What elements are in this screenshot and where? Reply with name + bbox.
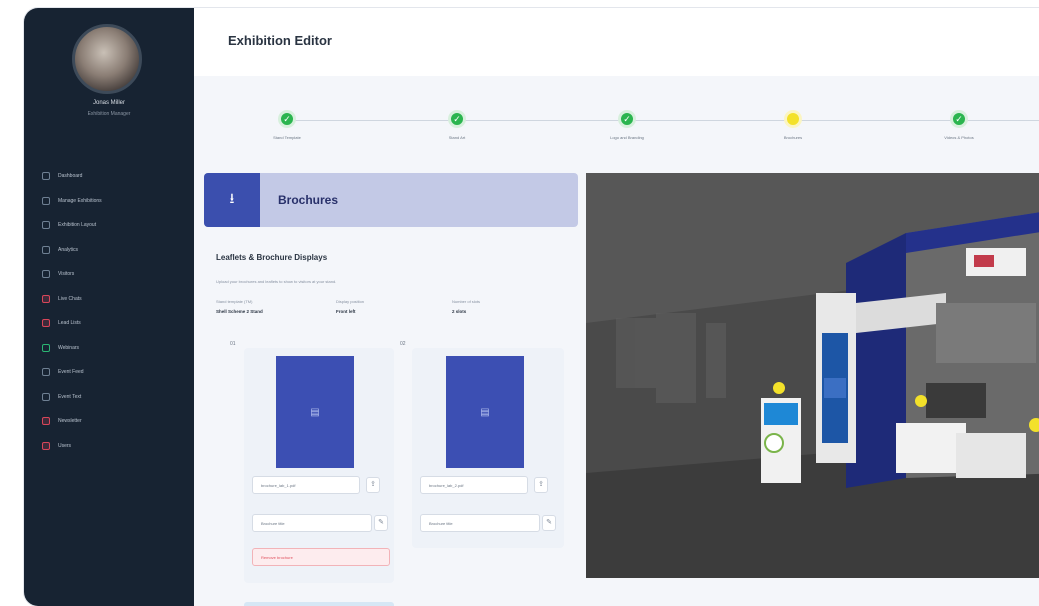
user-icon (42, 441, 50, 450)
sidebar-item-label: Exhibition Layout (58, 222, 97, 229)
meta-value: 2 slots (452, 309, 467, 314)
sidebar-item-label: Analytics (58, 246, 79, 253)
brochure-preview[interactable]: ▤ (446, 356, 524, 468)
sidebar-item-label: Event Text (58, 393, 82, 400)
next-card-strip (244, 602, 394, 606)
brochure-card: ▤ brochure_lab_2.pdf ⇪ Brochure title ✎ (412, 348, 564, 548)
card-index: 01 (230, 341, 236, 347)
sidebar-item-live-chats[interactable]: Live Chats (42, 287, 182, 312)
sidebar-item-label: Newsletter (58, 418, 82, 425)
upload-icon[interactable]: ⇪ (366, 477, 380, 493)
sidebar-item-newsletter[interactable]: Newsletter (42, 409, 182, 434)
step-stand-art[interactable]: ✓ Stand Art (412, 110, 502, 140)
meta-stand-template: Stand template (TM) Shell Scheme 2 Stand (216, 299, 263, 314)
sidebar-item-event-text[interactable]: Event Text (42, 385, 182, 410)
brochure-title-input[interactable]: Brochure title (420, 514, 540, 532)
brochure-panel: ⭳ Brochures Leaflets & Brochure Displays… (204, 173, 578, 606)
sidebar-item-label: Users (58, 442, 72, 449)
mail-icon (42, 417, 50, 426)
sidebar-item-label: Event Feed (58, 369, 84, 376)
sidebar-item-label: Dashboard (58, 173, 83, 180)
edit-icon[interactable]: ✎ (542, 515, 556, 531)
users-icon (42, 270, 50, 279)
chat-icon (42, 294, 50, 303)
sidebar-item-lead-lists[interactable]: Lead Lists (42, 311, 182, 336)
card-index: 02 (400, 341, 406, 347)
meta-value: Shell Scheme 2 Stand (216, 309, 263, 314)
step-label: Brochures (783, 135, 803, 140)
sidebar-item-label: Live Chats (58, 295, 82, 302)
section-title: Brochures (278, 193, 339, 207)
edit-icon[interactable]: ✎ (374, 515, 388, 531)
sidebar-item-label: Lead Lists (58, 320, 81, 327)
filename-field[interactable]: brochure_lab_2.pdf (420, 476, 528, 494)
header: Exhibition Editor (194, 8, 1039, 76)
chart-icon (42, 245, 50, 254)
sidebar-item-label: Manage Exhibitions (58, 197, 102, 204)
filename-field[interactable]: brochure_lab_1.pdf (252, 476, 360, 494)
app-window: Jonas Miller Exhibition Manager Dashboar… (24, 8, 1039, 606)
section-description: Upload your brochures and leaflets to sh… (216, 279, 337, 284)
stand-render (586, 173, 1039, 578)
remove-brochure-button[interactable]: Remove brochure (252, 548, 390, 566)
stand-3d-preview[interactable] (586, 173, 1039, 578)
meta-value: Front left (336, 309, 356, 314)
page-title: Exhibition Editor (228, 33, 332, 48)
image-icon: ▤ (480, 406, 490, 418)
sidebar-item-label: Visitors (58, 271, 75, 278)
grid-icon (42, 196, 50, 205)
meta-label: Stand template (TM) (216, 299, 253, 304)
sidebar-item-label: Webinars (58, 344, 80, 351)
list-icon (42, 319, 50, 328)
sidebar-item-visitors[interactable]: Visitors (42, 262, 182, 287)
check-icon: ✓ (278, 110, 296, 128)
progress-stepper: ✓ Stand Template ✓ Stand Art ✓ Logo and … (194, 90, 1039, 160)
brochure-title-input[interactable]: Brochure title (252, 514, 372, 532)
brochure-preview[interactable]: ▤ (276, 356, 354, 468)
meta-label: Display position (336, 299, 365, 304)
sidebar-item-exhibitions[interactable]: Manage Exhibitions (42, 189, 182, 214)
sidebar-item-analytics[interactable]: Analytics (42, 238, 182, 263)
meta-display-position: Display position Front left (336, 299, 364, 314)
meta-label: Number of slots (452, 299, 481, 304)
step-label: Stand Template (273, 135, 301, 140)
avatar[interactable] (72, 24, 142, 94)
section-subtitle: Leaflets & Brochure Displays (216, 253, 328, 262)
video-icon (42, 343, 50, 352)
current-step-icon (784, 110, 802, 128)
sidebar-item-event-feed[interactable]: Event Feed (42, 360, 182, 385)
sidebar-item-webinars[interactable]: Webinars (42, 336, 182, 361)
step-label: Videos & Photos (944, 135, 974, 140)
step-label: Logo and Branding (610, 135, 644, 140)
step-label: Stand Art (448, 135, 466, 140)
feed-icon (42, 368, 50, 377)
image-icon: ▤ (310, 406, 320, 418)
sidebar: Jonas Miller Exhibition Manager Dashboar… (24, 8, 194, 606)
sidebar-item-dashboard[interactable]: Dashboard (42, 164, 182, 189)
home-icon (42, 172, 50, 181)
sidebar-item-layout[interactable]: Exhibition Layout (42, 213, 182, 238)
user-name: Jonas Miller (92, 100, 125, 106)
step-stand-template[interactable]: ✓ Stand Template (242, 110, 332, 140)
check-icon: ✓ (950, 110, 968, 128)
step-logo-branding[interactable]: ✓ Logo and Branding (582, 110, 672, 140)
sidebar-nav: Dashboard Manage Exhibitions Exhibition … (42, 164, 182, 458)
sidebar-item-users[interactable]: Users (42, 434, 182, 459)
upload-icon[interactable]: ⇪ (534, 477, 548, 493)
check-icon: ✓ (618, 110, 636, 128)
step-brochures[interactable]: Brochures (748, 110, 838, 140)
brochure-card: ▤ brochure_lab_1.pdf ⇪ Brochure title ✎ … (244, 348, 394, 583)
layout-icon (42, 221, 50, 230)
check-icon: ✓ (448, 110, 466, 128)
step-videos-photos[interactable]: ✓ Videos & Photos (914, 110, 1004, 140)
meta-slots: Number of slots 2 slots (452, 299, 480, 314)
section-header: ⭳ Brochures (204, 173, 578, 227)
text-icon (42, 392, 50, 401)
user-role: Exhibition Manager (87, 111, 131, 117)
download-icon: ⭳ (204, 173, 260, 227)
